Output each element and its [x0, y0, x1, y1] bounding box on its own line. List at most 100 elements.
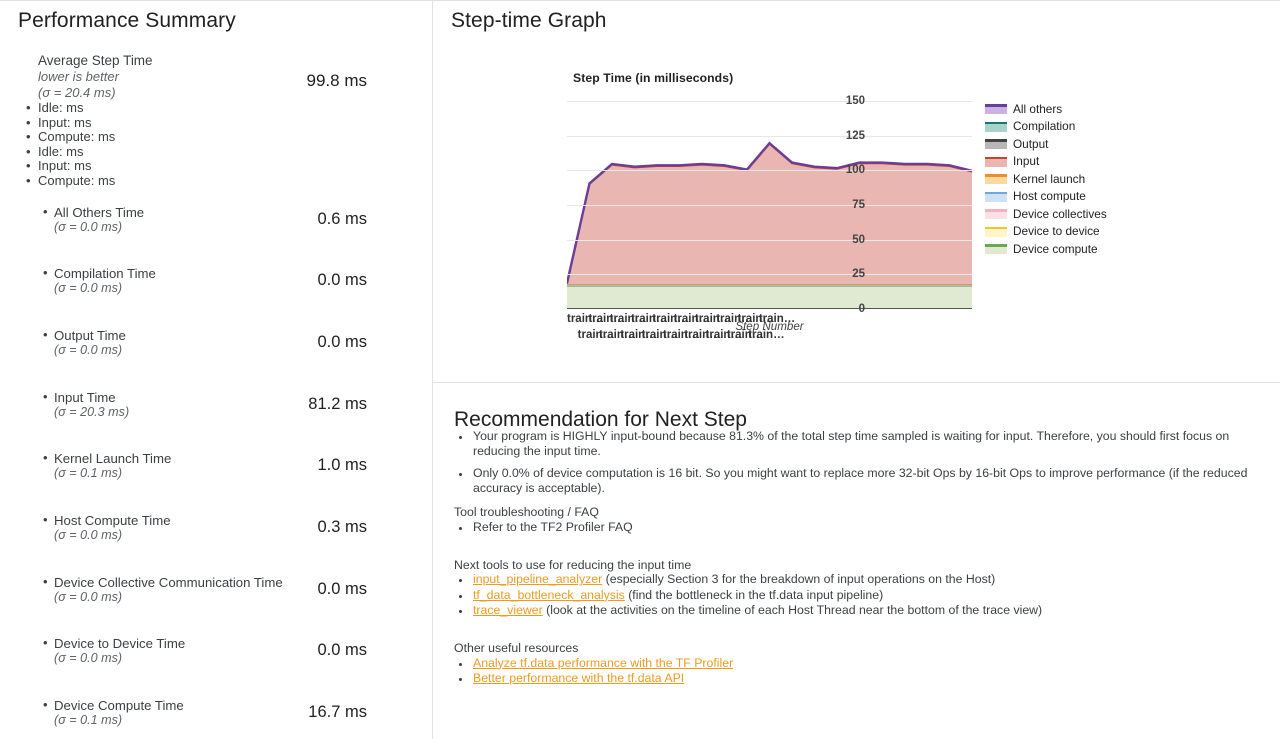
performance-summary-body: Average Step Time lower is better (σ = 2… [0, 53, 432, 739]
breakdown-item: Compute: ms [18, 173, 414, 189]
legend-label: Kernel launch [1013, 171, 1086, 186]
chart-x-axis-line [567, 307, 972, 309]
metric-value: 0.6 ms [317, 209, 367, 228]
legend-item-input[interactable]: Input [985, 153, 1185, 171]
metric-row: Device to Device Time(σ = 0.0 ms)0.0 ms [18, 635, 414, 698]
recommendation-body: Your program is HIGHLY input-bound becau… [454, 429, 1264, 687]
legend-label: Device to device [1013, 224, 1100, 239]
metric-row: Host Compute Time(σ = 0.0 ms)0.3 ms [18, 512, 414, 575]
resource-item: Better performance with the tf.data API [471, 671, 1264, 686]
legend-label: Output [1013, 136, 1049, 151]
chart-x-axis-label: Step Number [735, 320, 804, 333]
metrics-list: All Others Time(σ = 0.0 ms)0.6 msCompila… [18, 204, 414, 739]
chart-gridline [567, 239, 972, 241]
next-tool-link[interactable]: trace_viewer [473, 603, 543, 617]
resource-link[interactable]: Analyze tf.data performance with the TF … [473, 656, 733, 670]
metric-row: All Others Time(σ = 0.0 ms)0.6 ms [18, 204, 414, 267]
metric-row: Device Collective Communication Time(σ =… [18, 574, 414, 637]
metric-row: Compilation Time(σ = 0.0 ms)0.0 ms [18, 265, 414, 328]
step-time-chart: Step Time (in milliseconds) 0 25 50 75 100 12… [433, 41, 1280, 371]
average-step-time-stddev: (σ = 20.4 ms) [38, 85, 116, 100]
legend-item-all-others[interactable]: All others [985, 100, 1185, 118]
chart-gridline [567, 135, 972, 137]
faq-item: Refer to the TF2 Profiler FAQ [471, 520, 1264, 535]
average-step-time-label: Average Step Time [38, 53, 153, 68]
average-step-time-value: 99.8 ms [306, 71, 367, 90]
chart-y-tick: 100 [845, 164, 865, 177]
metric-value: 0.0 ms [317, 641, 367, 660]
chart-title: Step Time (in milliseconds) [573, 71, 734, 85]
legend-swatch-icon [985, 121, 1007, 132]
profiler-overview-page: Performance Summary Average Step Time lo… [0, 0, 1280, 739]
legend-label: All others [1013, 101, 1063, 116]
chart-legend: All others Compilation Output Input Kernel l… [985, 100, 1185, 258]
next-tool-link[interactable]: input_pipeline_analyzer [473, 572, 602, 586]
breakdown-item: Idle: ms [18, 144, 414, 160]
breakdown-item: Input: ms [18, 159, 414, 174]
breakdown-item: Input: ms [18, 115, 414, 131]
resources-list: Analyze tf.data performance with the TF … [454, 656, 1264, 686]
legend-swatch-icon [985, 208, 1007, 220]
legend-item-compilation[interactable]: Compilation [985, 118, 1185, 136]
legend-swatch-icon [985, 156, 1007, 167]
legend-item-output[interactable]: Output [985, 135, 1185, 153]
step-time-graph-panel: Step-time Graph Step Time (in millisecon… [433, 1, 1280, 383]
performance-summary-title: Performance Summary [18, 9, 236, 32]
performance-summary-panel: Performance Summary Average Step Time lo… [0, 1, 433, 739]
metric-row: Output Time(σ = 0.0 ms)0.0 ms [18, 327, 414, 390]
breakdown-item: Compute: ms [18, 130, 414, 145]
metric-value: 0.0 ms [317, 271, 367, 290]
next-tools-list: input_pipeline_analyzer (especially Sect… [454, 572, 1264, 618]
metric-value: 81.2 ms [308, 394, 367, 413]
resource-item: Analyze tf.data performance with the TF … [471, 656, 1264, 671]
metric-value: 0.0 ms [317, 579, 367, 598]
next-tools-heading: Next tools to use for reducing the input… [454, 557, 692, 572]
next-tool-item: input_pipeline_analyzer (especially Sect… [471, 572, 1264, 587]
legend-label: Host compute [1013, 189, 1086, 204]
legend-item-device-to-device[interactable]: Device to device [985, 223, 1185, 241]
metric-value: 1.0 ms [317, 456, 367, 475]
resource-link[interactable]: Better performance with the tf.data API [473, 671, 684, 685]
chart-area-device-compute [567, 285, 972, 309]
legend-item-host-compute[interactable]: Host compute [985, 188, 1185, 206]
chart-gridline [567, 274, 972, 276]
recommendation-bullet: Only 0.0% of device computation is 16 bi… [471, 466, 1264, 495]
legend-swatch-icon [985, 173, 1007, 185]
link-description: (look at the activities on the timeline … [542, 603, 1043, 618]
chart-gridline [567, 101, 972, 102]
average-step-time-block: Average Step Time lower is better (σ = 2… [18, 53, 414, 189]
legend-item-kernel-launch[interactable]: Kernel launch [985, 170, 1185, 188]
faq-heading: Tool troubleshooting / FAQ [454, 505, 599, 520]
chart-y-tick: 150 [845, 95, 865, 107]
chart-gridline [567, 170, 972, 172]
chart-y-tick: 50 [852, 233, 865, 246]
legend-item-device-collectives[interactable]: Device collectives [985, 205, 1185, 223]
legend-swatch-icon [985, 138, 1007, 150]
legend-item-device-compute[interactable]: Device compute [985, 240, 1185, 258]
recommendation-bullet: Your program is HIGHLY input-bound becau… [471, 429, 1264, 458]
legend-swatch-icon [985, 191, 1007, 202]
legend-label: Compilation [1013, 119, 1076, 134]
breakdown-item: Idle: ms [18, 100, 414, 116]
metric-value: 0.0 ms [317, 332, 367, 351]
chart-gridline [567, 205, 972, 206]
metric-value: 16.7 ms [308, 703, 367, 722]
recommendation-panel: Recommendation for Next Step Your progra… [433, 383, 1280, 739]
average-step-time-breakdown-list: Idle: msInput: msCompute: msIdle: msInpu… [18, 100, 414, 189]
faq-list: Refer to the TF2 Profiler FAQ [454, 520, 1264, 535]
resources-heading: Other useful resources [454, 640, 579, 655]
link-description: (especially Section 3 for the breakdown … [602, 572, 996, 587]
next-tool-link[interactable]: tf_data_bottleneck_analysis [473, 588, 625, 602]
chart-plot-area [567, 101, 972, 309]
chart-y-tick: 25 [852, 268, 865, 281]
metric-row: Kernel Launch Time(σ = 0.1 ms)1.0 ms [18, 450, 414, 513]
right-column: Step-time Graph Step Time (in millisecon… [433, 1, 1280, 739]
legend-swatch-icon [985, 226, 1007, 237]
section-spacer-2 [454, 619, 1264, 631]
step-time-graph-title: Step-time Graph [451, 9, 607, 32]
metric-row: Input Time(σ = 20.3 ms)81.2 ms [18, 389, 414, 452]
average-step-time-hint: lower is better [38, 69, 119, 84]
recommendation-bullet-list: Your program is HIGHLY input-bound becau… [454, 429, 1264, 495]
next-tool-item: trace_viewer (look at the activities on … [471, 603, 1264, 618]
